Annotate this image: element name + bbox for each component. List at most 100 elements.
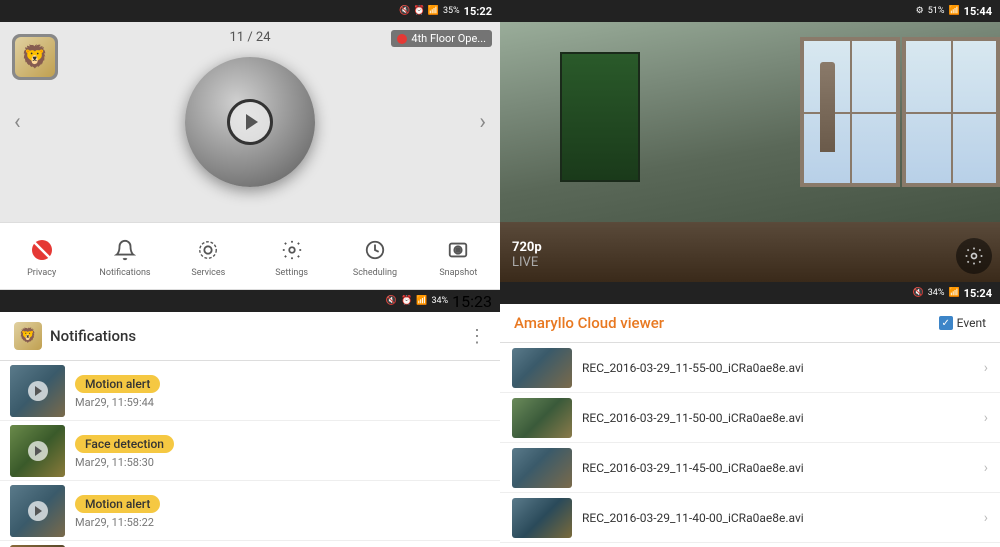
- event-filter[interactable]: ✓ Event: [939, 316, 986, 330]
- notification-item-0[interactable]: Motion alert Mar29, 11:59:44: [0, 361, 500, 421]
- floor: [500, 222, 1000, 282]
- nav-item-snapshot[interactable]: Snapshot: [417, 234, 500, 278]
- services-icon: [192, 234, 224, 266]
- recording-item-1[interactable]: REC_2016-03-29_11-50-00_iCRa0ae8e.avi ›: [500, 393, 1000, 443]
- notif-header-left: 🦁 Notifications: [14, 322, 136, 350]
- nav-item-privacy[interactable]: Privacy: [0, 234, 83, 278]
- battery-mid: 34%: [431, 296, 448, 306]
- rec-arrow-3: ›: [984, 510, 988, 526]
- play-button[interactable]: [230, 102, 270, 142]
- recording-item-4[interactable]: REC_2016-03-29_11-35-01_iCRa0ae8e.avi ›: [500, 543, 1000, 547]
- nav-next[interactable]: ›: [469, 100, 496, 145]
- camera-device-ball: [185, 57, 315, 187]
- battery-left: 35%: [443, 6, 460, 16]
- play-small-icon-0: [28, 381, 48, 401]
- notifications-list: Motion alert Mar29, 11:59:44 Face detect…: [0, 361, 500, 547]
- rec-thumbnail-0: [512, 348, 572, 388]
- settings-small-icon: ⚙: [916, 6, 924, 16]
- mute-icon-right: 🔇: [913, 288, 924, 298]
- recording-item-0[interactable]: REC_2016-03-29_11-55-00_iCRa0ae8e.avi ›: [500, 343, 1000, 393]
- right-panel: ⚙ 51% 📶 15:44 720p LIVE: [500, 0, 1000, 547]
- record-indicator: [397, 34, 407, 44]
- lion-icon: 🦁: [15, 37, 55, 77]
- more-options-button[interactable]: ⋮: [468, 326, 486, 347]
- cloud-viewer-header: Amaryllo Cloud viewer ✓ Event: [500, 304, 1000, 343]
- rec-name-1: REC_2016-03-29_11-50-00_iCRa0ae8e.avi: [582, 411, 974, 425]
- cabinet-decor: [560, 52, 640, 182]
- notif-badge-2: Motion alert: [75, 495, 160, 513]
- rec-arrow-1: ›: [984, 410, 988, 426]
- left-panel: 🔇 ⏰ 📶 35% 15:22 11 / 24 4th Floor Ope...…: [0, 0, 500, 547]
- mute-icon: 🔇: [399, 6, 410, 16]
- notif-thumbnail-2: [10, 485, 65, 537]
- settings-button[interactable]: [956, 238, 992, 274]
- notif-info-0: Motion alert Mar29, 11:59:44: [75, 373, 490, 409]
- rec-arrow-0: ›: [984, 360, 988, 376]
- signal-icon-2: 📶: [416, 296, 427, 306]
- notifications-panel: 🦁 Notifications ⋮ Motion alert Mar29, 11…: [0, 312, 500, 547]
- time-mid: 15:23: [452, 292, 492, 311]
- notification-item-1[interactable]: Face detection Mar29, 11:58:30: [0, 421, 500, 481]
- notifications-header: 🦁 Notifications ⋮: [0, 312, 500, 361]
- notification-item-3[interactable]: Motion alert Mar29, 11:57:00: [0, 541, 500, 547]
- play-small-icon-1: [28, 441, 48, 461]
- notif-badge-1: Face detection: [75, 435, 174, 453]
- settings-label: Settings: [275, 268, 308, 278]
- resolution-text: 720p: [512, 240, 542, 255]
- battery-right-top: 51%: [928, 6, 945, 16]
- privacy-label: Privacy: [27, 268, 56, 278]
- rec-thumbnail-3: [512, 498, 572, 538]
- notif-time-0: Mar29, 11:59:44: [75, 396, 490, 409]
- nav-item-services[interactable]: Services: [167, 234, 250, 278]
- play-small-icon-2: [28, 501, 48, 521]
- snapshot-icon: [442, 234, 474, 266]
- camera-name-badge: 4th Floor Ope...: [391, 30, 492, 47]
- rec-name-2: REC_2016-03-29_11-45-00_iCRa0ae8e.avi: [582, 461, 974, 475]
- nav-item-settings[interactable]: Settings: [250, 234, 333, 278]
- camera-name-text: 4th Floor Ope...: [411, 32, 486, 45]
- signal-right-top: 📶: [948, 6, 959, 16]
- notif-lion-icon: 🦁: [14, 322, 42, 350]
- play-triangle-icon: [246, 114, 258, 130]
- nav-item-notifications[interactable]: Notifications: [83, 234, 166, 278]
- alarm-icon: ⏰: [414, 6, 425, 16]
- notifications-title: Notifications: [50, 327, 136, 345]
- rec-thumbnail-2: [512, 448, 572, 488]
- recording-item-3[interactable]: REC_2016-03-29_11-40-00_iCRa0ae8e.avi ›: [500, 493, 1000, 543]
- services-label: Services: [191, 268, 225, 278]
- nav-bar: Privacy Notifications Services Settings …: [0, 222, 500, 290]
- live-badge: 720p LIVE: [512, 240, 542, 270]
- nav-prev[interactable]: ‹: [4, 100, 31, 145]
- cloud-viewer-title: Amaryllo Cloud viewer: [514, 314, 664, 332]
- notif-badge-0: Motion alert: [75, 375, 160, 393]
- notifications-label: Notifications: [99, 268, 150, 278]
- notification-item-2[interactable]: Motion alert Mar29, 11:58:22: [0, 481, 500, 541]
- notif-info-1: Face detection Mar29, 11:58:30: [75, 433, 490, 469]
- status-bar-mid-left: 🔇 ⏰ 📶 34% 15:23: [0, 290, 500, 312]
- nav-item-scheduling[interactable]: Scheduling: [333, 234, 416, 278]
- privacy-icon: [26, 234, 58, 266]
- notif-thumbnail-0: [10, 365, 65, 417]
- recording-item-2[interactable]: REC_2016-03-29_11-45-00_iCRa0ae8e.avi ›: [500, 443, 1000, 493]
- notif-info-2: Motion alert Mar29, 11:58:22: [75, 493, 490, 529]
- signal-right-bot: 📶: [948, 288, 959, 298]
- time-left: 15:22: [464, 5, 492, 18]
- status-bar-top-left: 🔇 ⏰ 📶 35% 15:22: [0, 0, 500, 22]
- scheduling-icon: [359, 234, 391, 266]
- time-right-top: 15:44: [964, 5, 992, 18]
- status-icons-left: 🔇 ⏰ 📶: [399, 6, 439, 16]
- notif-thumbnail-1: [10, 425, 65, 477]
- status-bar-bottom-right: 🔇 34% 📶 15:24: [500, 282, 1000, 304]
- statue: [820, 62, 835, 152]
- live-feed: 720p LIVE: [500, 22, 1000, 282]
- camera-ball-area: 🦁: [0, 22, 500, 222]
- app-logo: 🦁: [12, 34, 58, 80]
- window-left: [800, 37, 900, 187]
- notif-time-1: Mar29, 11:58:30: [75, 456, 490, 469]
- rec-thumbnail-1: [512, 398, 572, 438]
- window-right: [902, 37, 1000, 187]
- room-view: [500, 22, 1000, 282]
- status-bar-top-right: ⚙ 51% 📶 15:44: [500, 0, 1000, 22]
- signal-icon: 📶: [428, 6, 439, 16]
- rec-name-0: REC_2016-03-29_11-55-00_iCRa0ae8e.avi: [582, 361, 974, 375]
